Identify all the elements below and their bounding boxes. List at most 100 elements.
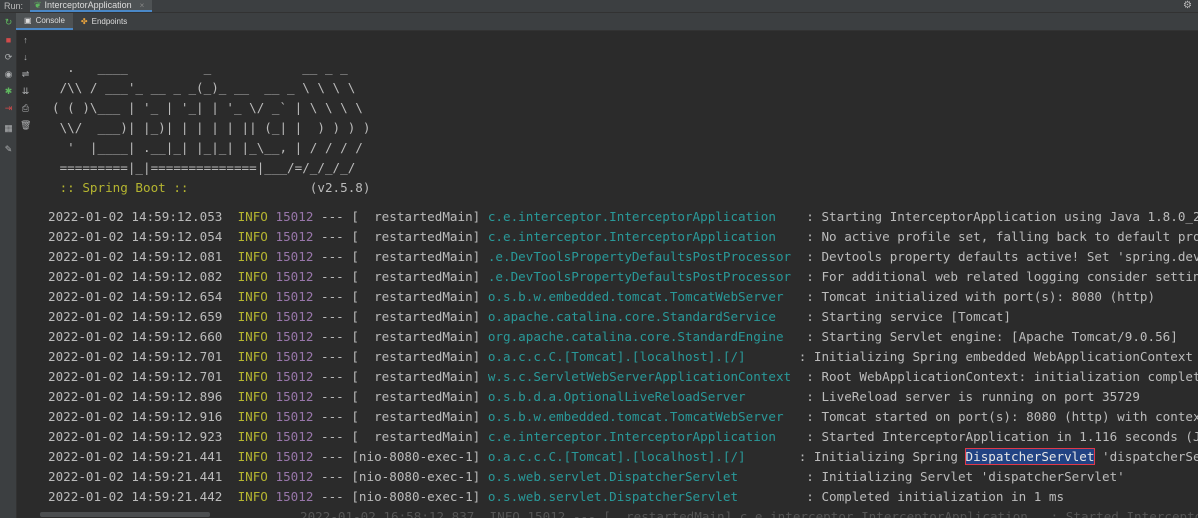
run-tab-interceptor-application[interactable]: ❦ InterceptorApplication ×	[30, 0, 153, 12]
log-line: 2022-01-02 14:59:21.441 INFO 15012 --- […	[48, 447, 1198, 467]
run-tab-label: InterceptorApplication	[44, 0, 132, 10]
console-toolbar: ↑ ↓ ⇌ ⇊ ⎙ 🗑	[18, 31, 34, 131]
log-level: INFO	[237, 449, 268, 464]
log-thread: [nio-8080-exec-1]	[351, 449, 481, 464]
log-logger: o.apache.catalina.core.StandardService	[487, 309, 799, 324]
log-thread: [ restartedMain]	[351, 409, 481, 424]
tab-console[interactable]: ▣ Console	[16, 13, 73, 30]
log-logger: o.s.web.servlet.DispatcherServlet	[487, 489, 799, 504]
log-thread: [nio-8080-exec-1]	[351, 489, 481, 504]
log-thread: [ restartedMain]	[351, 369, 481, 384]
log-logger: o.a.c.c.C.[Tomcat].[localhost].[/]	[487, 449, 792, 464]
log-timestamp: 2022-01-02 14:59:12.081	[48, 249, 223, 264]
log-message: : Tomcat started on port(s): 8080 (http)…	[798, 409, 1198, 424]
log-separator: ---	[313, 489, 352, 504]
search-highlight: DispatcherServlet	[964, 448, 1096, 465]
settings-gear-icon[interactable]: ⚙	[1183, 0, 1192, 11]
log-line: 2022-01-02 14:59:12.896 INFO 15012 --- […	[48, 387, 1140, 407]
log-logger: org.apache.catalina.core.StandardEngine	[487, 329, 799, 344]
log-pid: 15012	[275, 409, 314, 424]
log-timestamp: 2022-01-02 14:59:12.701	[48, 349, 223, 364]
log-separator: ---	[313, 409, 352, 424]
log-line: 2022-01-02 14:59:12.081 INFO 15012 --- […	[48, 247, 1198, 267]
log-message: : Devtools property defaults active! Set…	[798, 249, 1198, 264]
spring-banner: . ____ _ __ _ _ /\\ / ___'_ __ _ _(_)_ _…	[52, 58, 370, 198]
log-line: 2022-01-02 14:59:12.654 INFO 15012 --- […	[48, 287, 1155, 307]
endpoints-icon: ✤	[80, 17, 88, 26]
log-logger: c.e.interceptor.InterceptorApplication	[487, 229, 799, 244]
log-level: INFO	[237, 349, 268, 364]
log-message: : Initializing Spring	[791, 449, 966, 464]
log-thread: [ restartedMain]	[351, 289, 481, 304]
log-pid: 15012	[275, 289, 314, 304]
horizontal-scrollbar[interactable]	[40, 512, 210, 517]
log-separator: ---	[313, 389, 352, 404]
run-label: Run:	[4, 1, 24, 11]
restore-layout-icon[interactable]: ⟳	[3, 52, 14, 63]
log-level: INFO	[237, 289, 268, 304]
log-pid: 15012	[275, 489, 314, 504]
log-separator: ---	[313, 369, 352, 384]
run-subtabs: ▣ Console ✤ Endpoints	[16, 13, 1198, 31]
log-level: INFO	[237, 389, 268, 404]
run-left-toolbar: ↻ ■ ⟳ ◉ ✱ ⇥ ▦ ✎	[0, 13, 17, 518]
banner-line: =========|_|==============|___/=/_/_/_/	[52, 160, 356, 175]
banner-line: /\\ / ___'_ __ _ _(_)_ __ __ _ \ \ \ \	[52, 80, 356, 95]
log-timestamp: 2022-01-02 14:59:12.701	[48, 369, 223, 384]
log-thread: [ restartedMain]	[351, 389, 481, 404]
spring-boot-label: :: Spring Boot ::	[52, 180, 197, 195]
log-timestamp: 2022-01-02 14:59:21.441	[48, 469, 223, 484]
log-pid: 15012	[275, 269, 314, 284]
log-logger: c.e.interceptor.InterceptorApplication	[487, 209, 799, 224]
log-level: INFO	[237, 369, 268, 384]
log-thread: [ restartedMain]	[351, 269, 481, 284]
log-level: INFO	[237, 329, 268, 344]
log-separator: ---	[313, 249, 352, 264]
faded-log-line: 2022-01-02 16:58:12.837 INFO 15012 --- […	[300, 509, 1198, 518]
log-pid: 15012	[275, 449, 314, 464]
close-tab-icon[interactable]: ×	[140, 1, 145, 10]
log-timestamp: 2022-01-02 14:59:12.916	[48, 409, 223, 424]
log-level: INFO	[237, 249, 268, 264]
log-logger: o.s.b.w.embedded.tomcat.TomcatWebServer	[487, 289, 799, 304]
log-message: : Starting service [Tomcat]	[798, 309, 1012, 324]
log-line: 2022-01-02 14:59:12.701 INFO 15012 --- […	[48, 347, 1193, 367]
log-pid: 15012	[275, 349, 314, 364]
spring-boot-version: (v2.5.8)	[196, 180, 371, 195]
log-line: 2022-01-02 14:59:12.053 INFO 15012 --- […	[48, 207, 1198, 227]
soft-wrap-icon[interactable]: ⇌	[20, 69, 31, 80]
tab-endpoints[interactable]: ✤ Endpoints	[73, 13, 135, 30]
log-pid: 15012	[275, 209, 314, 224]
log-line: 2022-01-02 14:59:12.659 INFO 15012 --- […	[48, 307, 1011, 327]
log-separator: ---	[313, 349, 352, 364]
camera-icon[interactable]: ◉	[3, 69, 14, 80]
rerun-icon[interactable]: ↻	[3, 17, 14, 28]
log-message: : For additional web related logging con…	[798, 269, 1198, 284]
print-icon[interactable]: ⎙	[20, 103, 31, 114]
log-thread: [nio-8080-exec-1]	[351, 469, 481, 484]
pin-icon[interactable]: ✎	[3, 144, 14, 155]
scroll-up-icon[interactable]: ↑	[20, 35, 31, 46]
debug-icon[interactable]: ✱	[3, 86, 14, 97]
log-level: INFO	[237, 429, 268, 444]
console-output[interactable]: . ____ _ __ _ _ /\\ / ___'_ __ _ _(_)_ _…	[40, 31, 1198, 518]
log-message: : No active profile set, falling back to…	[798, 229, 1198, 244]
trash-icon[interactable]: 🗑	[20, 120, 31, 131]
log-separator: ---	[313, 469, 352, 484]
log-thread: [ restartedMain]	[351, 329, 481, 344]
log-thread: [ restartedMain]	[351, 209, 481, 224]
log-level: INFO	[237, 409, 268, 424]
log-message: 'dispatcherServl	[1102, 449, 1198, 464]
log-logger: o.s.web.servlet.DispatcherServlet	[487, 469, 799, 484]
log-line: 2022-01-02 14:59:12.660 INFO 15012 --- […	[48, 327, 1178, 347]
scroll-to-end-icon[interactable]: ⇊	[20, 86, 31, 97]
stop-icon[interactable]: ■	[3, 35, 14, 46]
log-separator: ---	[313, 429, 352, 444]
log-timestamp: 2022-01-02 14:59:12.659	[48, 309, 223, 324]
log-message: : Started InterceptorApplication in 1.11…	[798, 429, 1198, 444]
layout-icon[interactable]: ▦	[3, 123, 14, 134]
scroll-down-icon[interactable]: ↓	[20, 52, 31, 63]
log-logger: o.s.b.d.a.OptionalLiveReloadServer	[487, 389, 799, 404]
log-level: INFO	[237, 269, 268, 284]
exit-icon[interactable]: ⇥	[3, 103, 14, 114]
